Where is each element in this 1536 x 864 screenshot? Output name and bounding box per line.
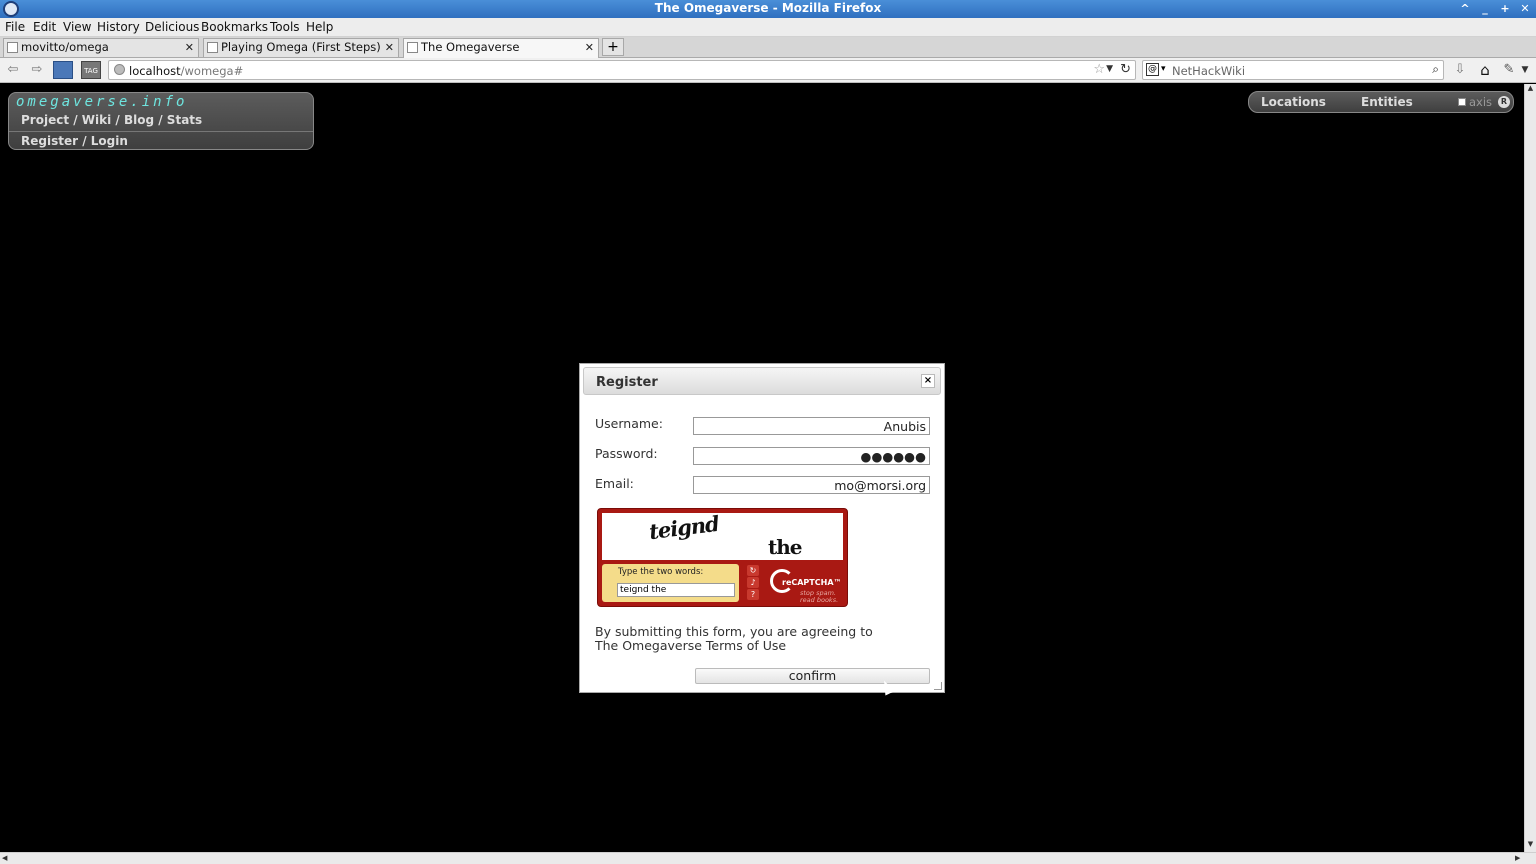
scroll-down-icon[interactable]: ▼: [1525, 840, 1536, 852]
menu-edit[interactable]: Edit: [33, 20, 56, 34]
terms-text: By submitting this form, you are agreein…: [595, 624, 873, 653]
page-icon: [207, 42, 218, 53]
search-placeholder[interactable]: NetHackWiki: [1172, 64, 1245, 78]
bookmarks-sidebar-icon[interactable]: [53, 61, 73, 79]
register-dialog: Register × Username: Password: Email: te…: [579, 363, 945, 693]
site-brand[interactable]: omegaverse.info: [16, 94, 187, 110]
captcha-buttons: ↻ ♪ ?: [747, 564, 765, 602]
url-dropdown-icon[interactable]: ▼: [1106, 64, 1113, 74]
navigation-toolbar: ⇦ ⇨ TAG localhost/womega# ☆ ▼ ↻ @ ▾ NetH…: [0, 58, 1536, 83]
tab-movitto-omega[interactable]: movitto/omega ✕: [3, 38, 199, 57]
tab-playing-omega[interactable]: Playing Omega (First Steps) ✕: [203, 38, 399, 57]
menu-bookmarks[interactable]: Bookmarks: [201, 20, 268, 34]
reload-icon[interactable]: ↻: [1120, 62, 1131, 77]
home-icon[interactable]: ⌂: [1475, 61, 1495, 79]
maximize-window-icon[interactable]: +: [1497, 1, 1513, 17]
menu-help[interactable]: Help: [306, 20, 333, 34]
search-engine-icon[interactable]: @: [1146, 63, 1159, 76]
horizontal-scrollbar[interactable]: ◀ ▶: [0, 852, 1536, 864]
recaptcha-widget: teignd the Type the two words: ↻ ♪ ? reC…: [597, 508, 848, 607]
search-bar[interactable]: @ ▾ NetHackWiki ⌕: [1142, 60, 1444, 80]
minimize-window-icon[interactable]: _: [1477, 1, 1493, 17]
menu-file[interactable]: File: [5, 20, 25, 34]
window-titlebar: The Omegaverse - Mozilla Firefox ^ _ + ✕: [0, 0, 1536, 18]
username-label: Username:: [595, 416, 663, 431]
site-identity-icon[interactable]: [114, 64, 125, 75]
tab-bar: movitto/omega ✕ Playing Omega (First Ste…: [0, 37, 1536, 59]
confirm-button[interactable]: confirm: [695, 668, 930, 684]
scroll-right-icon[interactable]: ▶: [1515, 854, 1520, 862]
locations-link[interactable]: Locations: [1261, 95, 1326, 109]
tab-label: The Omegaverse: [421, 40, 520, 54]
tab-close-icon[interactable]: ✕: [585, 39, 594, 56]
close-icon[interactable]: ×: [921, 374, 935, 388]
axis-label: axis: [1469, 95, 1493, 109]
recaptcha-brand: reCAPTCHA™: [782, 578, 842, 587]
password-input[interactable]: [693, 447, 930, 465]
tab-close-icon[interactable]: ✕: [185, 39, 194, 56]
tab-close-icon[interactable]: ✕: [385, 39, 394, 56]
captcha-prompt: Type the two words:: [618, 567, 704, 577]
site-links[interactable]: Project / Wiki / Blog / Stats: [21, 113, 202, 127]
menu-tools[interactable]: Tools: [270, 20, 300, 34]
github-icon: [7, 42, 18, 53]
username-input[interactable]: [693, 417, 930, 435]
captcha-word-2: the: [768, 535, 803, 559]
recaptcha-logo: reCAPTCHA™ stop spam. read books.: [770, 567, 846, 605]
captcha-word-1: teignd: [647, 510, 720, 545]
menu-view[interactable]: View: [63, 20, 91, 34]
tab-the-omegaverse[interactable]: The Omegaverse ✕: [403, 38, 599, 59]
entities-link[interactable]: Entities: [1361, 95, 1413, 109]
resize-grip-icon[interactable]: [934, 682, 942, 690]
bookmark-star-icon[interactable]: ☆: [1093, 62, 1105, 77]
back-icon[interactable]: ⇦: [3, 61, 23, 79]
recaptcha-tagline: stop spam. read books.: [800, 589, 839, 604]
register-login-link[interactable]: Register / Login: [21, 134, 128, 148]
page-icon: [407, 42, 418, 53]
search-icon[interactable]: ⌕: [1432, 62, 1439, 77]
email-input[interactable]: [693, 476, 930, 494]
refresh-icon[interactable]: ↻: [747, 565, 759, 576]
scroll-up-icon[interactable]: ▲: [1525, 84, 1536, 96]
search-engine-dropdown-icon[interactable]: ▾: [1161, 64, 1166, 74]
url-bar[interactable]: localhost/womega# ☆ ▼ ↻: [108, 60, 1136, 80]
menu-bar: File Edit View History Delicious Bookmar…: [0, 18, 1536, 37]
menu-delicious[interactable]: Delicious: [145, 20, 199, 34]
toolbar-menu-icon[interactable]: ▼: [1518, 61, 1532, 79]
tab-label: Playing Omega (First Steps): [221, 40, 381, 54]
new-tab-button[interactable]: +: [602, 38, 624, 56]
scroll-left-icon[interactable]: ◀: [2, 854, 7, 862]
axis-checkbox[interactable]: [1458, 98, 1466, 106]
tab-label: movitto/omega: [21, 40, 109, 54]
shade-window-icon[interactable]: ^: [1457, 1, 1473, 17]
password-label: Password:: [595, 446, 658, 461]
help-icon[interactable]: ?: [747, 589, 759, 600]
window-title: The Omegaverse - Mozilla Firefox: [654, 1, 882, 15]
forward-icon[interactable]: ⇨: [27, 61, 47, 79]
audio-icon[interactable]: ♪: [747, 577, 759, 588]
close-window-icon[interactable]: ✕: [1517, 1, 1533, 17]
view-panel: Locations Entities axis R: [1248, 91, 1514, 113]
dialog-titlebar[interactable]: Register ×: [583, 367, 941, 395]
dialog-title: Register: [596, 375, 658, 390]
captcha-image: teignd the: [602, 510, 843, 560]
email-label: Email:: [595, 476, 634, 491]
recaptcha-badge-icon: R: [1498, 96, 1510, 108]
captcha-input-box: Type the two words:: [602, 564, 739, 602]
addon-icon[interactable]: ✎: [1499, 61, 1519, 79]
menu-history[interactable]: History: [97, 20, 140, 34]
captcha-input[interactable]: [617, 583, 735, 597]
delicious-tag-icon[interactable]: TAG: [81, 61, 101, 79]
url-text[interactable]: localhost/womega#: [129, 64, 243, 78]
divider: [9, 131, 313, 132]
downloads-icon[interactable]: ⇩: [1450, 61, 1470, 79]
site-nav-panel: omegaverse.info Project / Wiki / Blog / …: [8, 92, 314, 150]
vertical-scrollbar[interactable]: ▲ ▼: [1524, 84, 1536, 852]
